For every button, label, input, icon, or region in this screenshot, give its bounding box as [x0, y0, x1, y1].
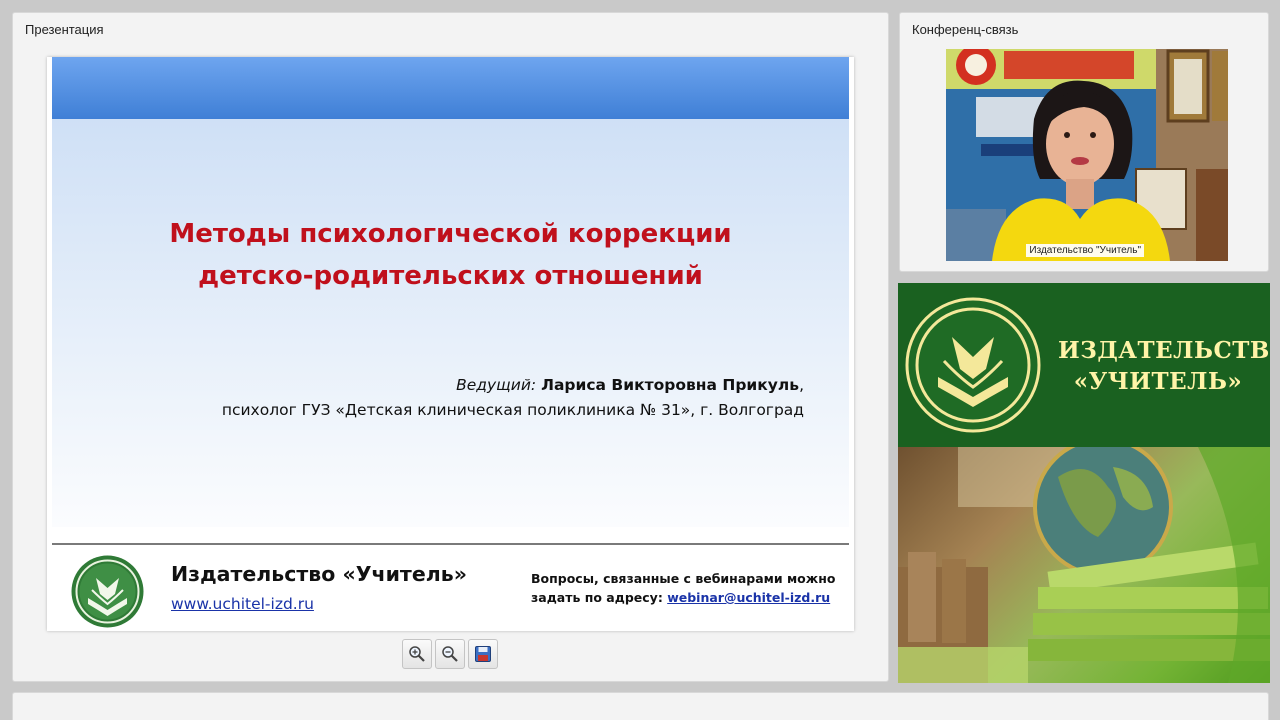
publisher-banner[interactable]: ИЗДАТЕЛЬСТВО «УЧИТЕЛЬ»: [898, 283, 1270, 683]
banner-title-line-1: ИЗДАТЕЛЬСТВО: [1058, 337, 1270, 364]
video-feed[interactable]: Издательство "Учитель": [946, 49, 1228, 261]
publisher-logo-icon: [71, 555, 144, 628]
save-icon: [475, 646, 491, 662]
slide-publisher-name: Издательство «Учитель»: [171, 562, 467, 586]
zoom-out-button[interactable]: [435, 639, 465, 669]
presenter-role: Ведущий:: [456, 376, 537, 394]
slide-title: Методы психологической коррекции детско-…: [47, 213, 854, 297]
video-frame-image: [946, 49, 1228, 261]
zoom-in-button[interactable]: [402, 639, 432, 669]
slide-title-line-2: детско-родительских отношений: [198, 261, 703, 291]
presenter-position: психолог ГУЗ «Детская клиническая поликл…: [221, 401, 804, 419]
presentation-panel-title: Презентация: [25, 22, 104, 37]
banner-logo-icon: [905, 297, 1041, 433]
presenter-comma: ,: [799, 376, 804, 394]
contact-prefix: задать по адресу:: [531, 590, 663, 605]
contact-email-link[interactable]: webinar@uchitel-izd.ru: [667, 590, 830, 605]
presentation-panel: Презентация Методы психологической корре…: [12, 12, 889, 682]
slide-toolbar: [402, 639, 498, 669]
slide-title-line-1: Методы психологической коррекции: [169, 219, 732, 249]
save-button[interactable]: [468, 639, 498, 669]
banner-title: ИЗДАТЕЛЬСТВО «УЧИТЕЛЬ»: [1058, 335, 1270, 397]
zoom-out-icon: [442, 646, 458, 662]
zoom-in-icon: [409, 646, 425, 662]
slide-contact-info: Вопросы, связанные с вебинарами можно за…: [531, 569, 835, 607]
slide-body-background: [52, 119, 849, 527]
conference-panel-title: Конференц-связь: [912, 22, 1019, 37]
slide-presenter-info: Ведущий: Лариса Викторовна Прикуль, псих…: [222, 373, 804, 423]
books-globe-image: [898, 437, 1270, 683]
slide-header-bar: [52, 57, 849, 119]
bottom-panel: [12, 692, 1269, 720]
video-participant-label: Издательство "Учитель": [1026, 244, 1144, 257]
banner-image: [898, 437, 1270, 683]
banner-header: ИЗДАТЕЛЬСТВО «УЧИТЕЛЬ»: [898, 283, 1270, 447]
banner-title-line-2: «УЧИТЕЛЬ»: [1073, 368, 1243, 395]
contact-line-1: Вопросы, связанные с вебинарами можно: [531, 571, 836, 586]
presentation-slide: Методы психологической коррекции детско-…: [47, 57, 854, 631]
presenter-name: Лариса Викторовна Прикуль: [541, 376, 800, 394]
conference-panel: Конференц-связь Издательство "Учитель": [899, 12, 1269, 272]
slide-divider: [52, 543, 849, 545]
slide-publisher-link[interactable]: www.uchitel-izd.ru: [171, 595, 314, 613]
